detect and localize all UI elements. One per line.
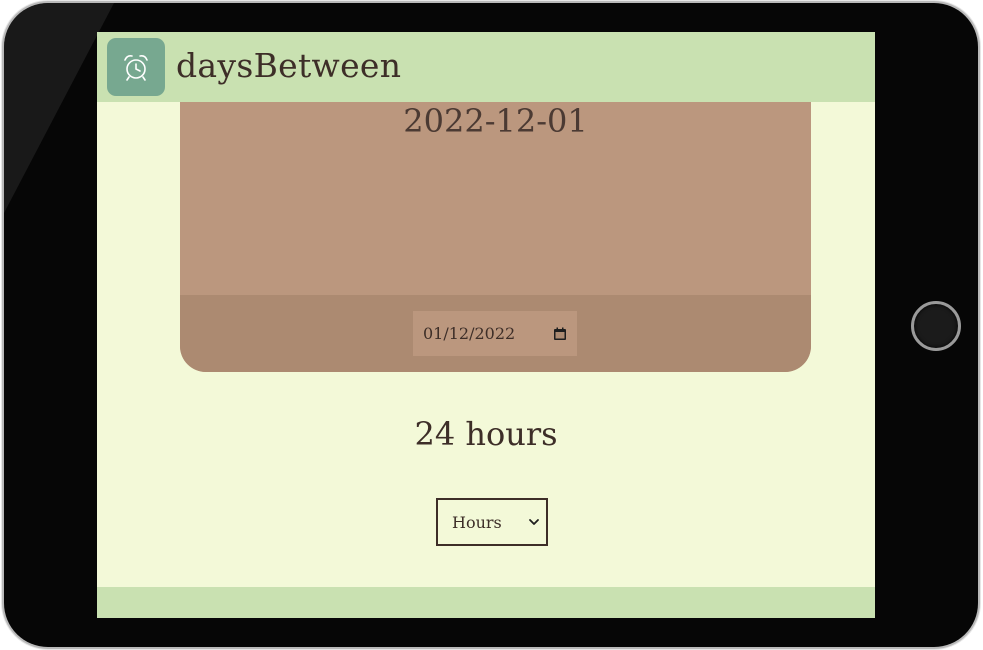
app-header: daysBetween (97, 32, 875, 102)
unit-select-value: Hours (452, 512, 502, 532)
tablet-frame: daysBetween 2022-12-01 01/12/2022 24 hou… (4, 3, 978, 647)
app-footer (97, 587, 875, 618)
date-card-footer: 01/12/2022 (180, 295, 811, 372)
date-card: 2022-12-01 01/12/2022 (180, 102, 811, 372)
app-logo[interactable] (107, 38, 165, 96)
selected-date: 2022-12-01 (403, 102, 588, 140)
home-button[interactable] (911, 301, 961, 351)
calendar-icon[interactable] (553, 327, 567, 341)
app-title: daysBetween (176, 46, 402, 85)
app-screen: daysBetween 2022-12-01 01/12/2022 24 hou… (97, 32, 875, 618)
unit-select[interactable]: Hours (436, 498, 548, 546)
date-input-value: 01/12/2022 (423, 324, 516, 343)
date-input[interactable]: 01/12/2022 (413, 311, 577, 356)
alarm-clock-icon (124, 55, 148, 81)
duration-result: 24 hours (414, 415, 558, 453)
chevron-down-icon (529, 519, 539, 525)
